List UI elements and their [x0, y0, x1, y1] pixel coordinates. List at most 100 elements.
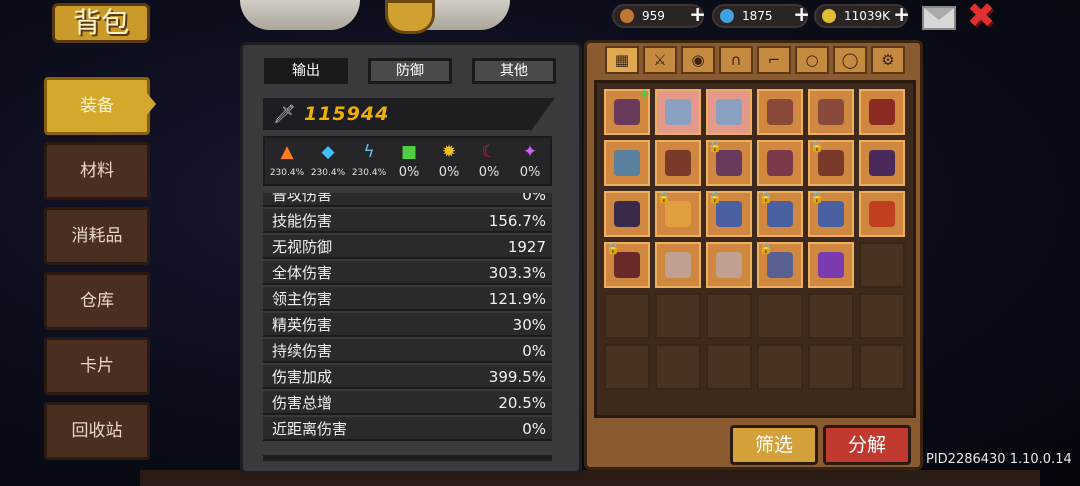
sword-icon: 🗡 [273, 104, 296, 125]
lock-icon: 🔒 [708, 191, 722, 204]
inventory-item[interactable] [706, 242, 752, 288]
shell-icon [665, 252, 691, 278]
dark-moon-icon: ☾ [481, 142, 497, 162]
empty-slot[interactable] [655, 293, 701, 339]
ring-icon[interactable]: ○ [795, 46, 829, 74]
inventory-item[interactable]: 🔒 [808, 191, 854, 237]
gear-icon[interactable]: ⚙ [871, 46, 905, 74]
inventory-item[interactable] [757, 140, 803, 186]
blue-orb-icon [818, 201, 844, 227]
empty-slot[interactable] [808, 293, 854, 339]
close-icon[interactable]: ✖ [964, 0, 998, 34]
lock-icon: 🔒 [810, 140, 824, 153]
amulet-icon[interactable]: ◯ [833, 46, 867, 74]
beetle-icon [614, 201, 640, 227]
robe-icon [869, 99, 895, 125]
beetle-icon [869, 150, 895, 176]
sidebar-item-cards[interactable]: 卡片 [44, 337, 150, 395]
tab-other[interactable]: 其他 [472, 58, 556, 84]
sidebar-item-materials[interactable]: 材料 [44, 142, 150, 200]
chain-icon [716, 99, 742, 125]
sword-icon[interactable]: ⚔ [643, 46, 677, 74]
inventory-item[interactable]: 🔒 [604, 242, 650, 288]
add-meat-button[interactable]: + [689, 4, 706, 24]
inventory-item[interactable] [655, 140, 701, 186]
sidebar-item-recycle-bin[interactable]: 回收站 [44, 402, 150, 460]
grid-icon[interactable]: ▦ [605, 46, 639, 74]
lightning-icon: ϟ [363, 142, 375, 162]
inventory-item[interactable] [808, 89, 854, 135]
empty-slot[interactable] [655, 344, 701, 390]
inventory-item[interactable] [808, 242, 854, 288]
sidebar-item-equipment[interactable]: 装备 [44, 77, 150, 135]
gem-icon [720, 9, 734, 23]
fire-icon: ▲ [280, 142, 294, 162]
crest-icon [385, 0, 435, 34]
bracer-icon [818, 99, 844, 125]
inventory-item[interactable] [859, 89, 905, 135]
element-ice: ◆ 230.4% [310, 142, 346, 178]
inventory-item[interactable] [604, 191, 650, 237]
empty-slot[interactable] [859, 344, 905, 390]
inventory-item[interactable] [859, 140, 905, 186]
inventory-item[interactable] [757, 89, 803, 135]
inventory-item[interactable] [859, 191, 905, 237]
stat-row: 近距离伤害 0% [263, 417, 552, 441]
boots-icon[interactable]: ⌐ [757, 46, 791, 74]
boots-icon [614, 150, 640, 176]
lock-icon: 🔒 [606, 242, 620, 255]
armor-icon[interactable]: ◉ [681, 46, 715, 74]
sun-icon: ✹ [441, 142, 457, 162]
stat-row: 伤害加成 399.5% [263, 365, 552, 389]
stat-row: 全体伤害 303.3% [263, 261, 552, 285]
lock-icon: 🔒 [759, 242, 773, 255]
stat-row: 领主伤害 121.9% [263, 287, 552, 311]
sidebar-item-warehouse[interactable]: 仓库 [44, 272, 150, 330]
inventory-item[interactable] [706, 89, 752, 135]
resource-gem-value: 1875 [742, 9, 773, 23]
inventory-item[interactable] [655, 89, 701, 135]
mail-icon[interactable] [922, 6, 956, 30]
empty-slot[interactable] [706, 293, 752, 339]
stat-list[interactable]: 普攻伤害 0% 技能伤害 156.7% 无视防御 1927 全体伤害 303.3% 领主… [263, 193, 552, 455]
element-dark: ☾ 0% [478, 142, 500, 180]
inventory-item[interactable]: + [604, 87, 650, 135]
tab-output[interactable]: 输出 [264, 58, 348, 84]
inventory-item[interactable]: 🔒 [808, 140, 854, 186]
empty-slot[interactable] [757, 344, 803, 390]
inventory-item[interactable] [604, 140, 650, 186]
tab-defense[interactable]: 防御 [368, 58, 452, 84]
empty-slot[interactable] [757, 293, 803, 339]
purple-gem-icon [818, 252, 844, 278]
inventory-item[interactable]: 🔒 [757, 191, 803, 237]
empty-slot[interactable] [604, 293, 650, 339]
lock-icon: 🔒 [759, 191, 773, 204]
inventory-item[interactable]: 🔒 [706, 140, 752, 186]
add-gem-button[interactable]: + [793, 4, 810, 24]
winged-crest-emblem [230, 0, 520, 40]
resource-coin: 11039K + [814, 4, 910, 28]
inventory-item[interactable]: 🔒 [706, 191, 752, 237]
empty-slot[interactable] [859, 293, 905, 339]
star-gem-icon [665, 201, 691, 227]
helmet-icon[interactable]: ∩ [719, 46, 753, 74]
meat-icon [620, 9, 634, 23]
stat-row: 技能伤害 156.7% [263, 209, 552, 233]
wings-icon [614, 99, 640, 125]
decompose-button[interactable]: 分解 [823, 425, 911, 465]
resource-coin-value: 11039K [844, 9, 891, 23]
empty-slot[interactable] [859, 242, 905, 288]
stat-row: 精英伤害 30% [263, 313, 552, 337]
inventory-item[interactable]: 🔒 [757, 242, 803, 288]
empty-slot[interactable] [706, 344, 752, 390]
inventory-item[interactable] [655, 242, 701, 288]
empty-slot[interactable] [808, 344, 854, 390]
arcane-star-icon: ✦ [522, 142, 538, 162]
element-light: ✹ 0% [438, 142, 460, 180]
add-coin-button[interactable]: + [893, 4, 910, 24]
boots-icon [818, 150, 844, 176]
filter-button[interactable]: 筛选 [730, 425, 818, 465]
empty-slot[interactable] [604, 344, 650, 390]
inventory-item[interactable]: 🔒 [655, 191, 701, 237]
sidebar-item-consumables[interactable]: 消耗品 [44, 207, 150, 265]
